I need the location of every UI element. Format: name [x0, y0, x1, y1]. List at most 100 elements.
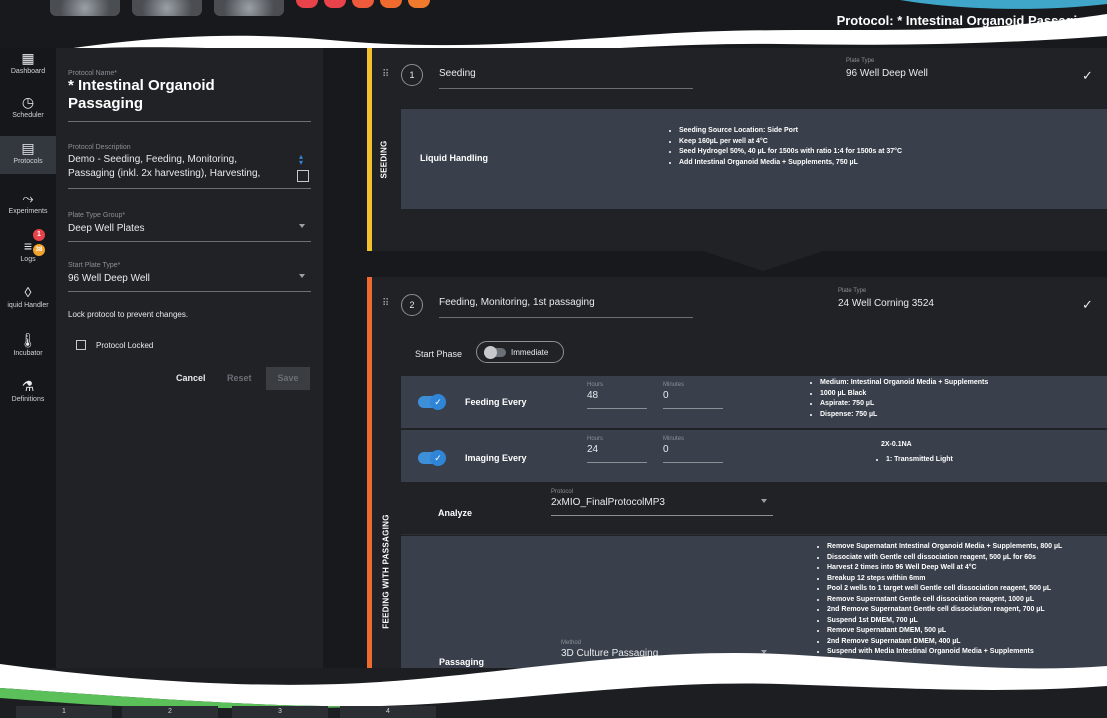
step-name[interactable]: Seeding	[439, 68, 693, 89]
sidebar-item-protocols[interactable]: ▤ Protocols	[0, 136, 56, 174]
feeding-toggle[interactable]: ✓	[418, 394, 446, 410]
sidebar-item-dashboard[interactable]: ▦ Dashboard	[0, 50, 56, 84]
plate-type-group-select[interactable]: Plate Type Group* Deep Well Plates	[68, 212, 311, 242]
sidebar-item-label: Protocols	[13, 158, 43, 165]
protocol-description-field[interactable]: Protocol Description Demo - Seeding, Fee…	[68, 144, 311, 189]
sidebar-item-label: Dashboard	[10, 68, 46, 75]
feeding-every-card[interactable]: ✓ Feeding Every Hours 48 Minutes 0 Mediu…	[401, 376, 1107, 428]
step-item: Suspend 1st DMEM, 700 µL	[827, 616, 1107, 627]
checkbox-icon[interactable]	[76, 340, 86, 350]
step-name[interactable]: Feeding, Monitoring, 1st passaging	[439, 297, 693, 318]
field-label: Protocol Name*	[68, 70, 118, 77]
start-plate-type-select[interactable]: Start Plate Type* 96 Well Deep Well	[68, 262, 311, 292]
scroll-stepper-icon[interactable]: ▴ ▾	[299, 153, 303, 167]
logs-badge-orange: 38	[33, 244, 45, 256]
toggle-label: Immediate	[511, 348, 549, 357]
phase-seeding: ⠿ 1 Seeding Plate Type 96 Well Deep Well…	[367, 48, 1107, 251]
check-icon: ✓	[1082, 297, 1093, 312]
droplet-icon: ◊	[24, 284, 32, 300]
sidebar-item-label: iquid Handler	[7, 302, 49, 309]
toggle-switch[interactable]	[484, 346, 506, 359]
analyze-protocol-select[interactable]: Protocol 2xMIO_FinalProtocolMP3	[551, 489, 773, 516]
resize-handle-icon[interactable]	[297, 170, 309, 182]
check-icon: ✓	[1082, 68, 1093, 83]
bottom-tab[interactable]: 1	[16, 706, 112, 718]
save-button[interactable]: Save	[266, 367, 310, 390]
chevron-down-icon	[299, 274, 305, 278]
analyze-row: Analyze Protocol 2xMIO_FinalProtocolMP3	[401, 484, 1107, 535]
sidebar: ▦ Dashboard ◷ Scheduler ▤ Protocols ⤳ Ex…	[0, 48, 56, 668]
protocol-name-line: * Intestinal Organoid	[68, 77, 215, 94]
checkbox-label: Protocol Locked	[96, 340, 154, 350]
step-item: Remove Supernatant Gentle cell dissociat…	[827, 595, 1107, 606]
bottom-tab[interactable]: 2	[122, 706, 218, 718]
step-item: Keep 160µL per well at 4°C	[679, 137, 969, 148]
field-label: Start Plate Type*	[68, 262, 121, 269]
step-number: 2	[401, 294, 423, 316]
document-icon: ▤	[21, 140, 35, 156]
imaging-every-card[interactable]: ✓ Imaging Every Hours 24 Minutes 0 2X-0.…	[401, 430, 1107, 482]
chevron-down-icon	[299, 224, 305, 228]
plate-type-label: Plate Type	[838, 288, 867, 294]
sidebar-item-label: Logs	[20, 256, 36, 263]
reset-button[interactable]: Reset	[227, 373, 252, 383]
start-phase-toggle[interactable]: Immediate	[476, 341, 564, 363]
lock-hint: Lock protocol to prevent changes.	[68, 310, 189, 319]
sidebar-item-logs[interactable]: ≡ Logs	[0, 238, 56, 272]
select-value: 2xMIO_FinalProtocolMP3	[551, 495, 773, 516]
feeding-hours-input[interactable]: Hours 48	[587, 382, 647, 409]
drag-handle-icon[interactable]: ⠿	[382, 298, 389, 309]
check-icon: ✓	[430, 394, 446, 410]
bottom-tab[interactable]: 3	[232, 706, 328, 718]
sidebar-item-incubator[interactable]: 🌡︎ Incubator	[0, 332, 56, 366]
step-item: Remove Supernatant Intestinal Organoid M…	[827, 542, 1107, 553]
drag-handle-icon[interactable]: ⠿	[382, 69, 389, 80]
clock-icon: ◷	[21, 94, 35, 110]
thermometer-icon: 🌡︎	[19, 332, 37, 348]
experiments-icon: ⤳	[22, 190, 34, 206]
logs-badge-red: 1	[33, 229, 45, 241]
step-item: 2nd Remove Supernatant Gentle cell disso…	[827, 605, 1107, 616]
sidebar-item-label: Experiments	[8, 208, 48, 215]
imaging-channels: 1: Transmitted Light	[876, 455, 1076, 466]
list-icon: ≡	[23, 238, 33, 254]
sidebar-item-liquid-handler[interactable]: ◊ iquid Handler	[0, 284, 56, 318]
step-item: Remove Supernatant DMEM, 500 µL	[827, 626, 1107, 637]
sidebar-item-label: Incubator	[13, 350, 43, 357]
description-line: Demo - Seeding, Feeding, Monitoring,	[68, 154, 237, 165]
protocol-name-field[interactable]: Protocol Name* * Intestinal Organoid Pas…	[68, 70, 311, 122]
liquid-handling-card[interactable]: Liquid Handling Seeding Source Location:…	[401, 109, 1107, 209]
phase-connector	[703, 251, 823, 271]
imaging-minutes-input[interactable]: Minutes 0	[663, 436, 723, 463]
phase-vertical-label: SEEDING	[379, 140, 389, 179]
sidebar-item-scheduler[interactable]: ◷ Scheduler	[0, 94, 56, 128]
card-title: Liquid Handling	[420, 153, 488, 163]
input-value: 0	[663, 388, 723, 409]
step-item: Pool 2 wells to 1 target well Gentle cel…	[827, 584, 1107, 595]
protocol-phases-area: ⠿ 1 Seeding Plate Type 96 Well Deep Well…	[323, 48, 1107, 676]
cancel-button[interactable]: Cancel	[176, 373, 206, 383]
input-value: 24	[587, 442, 647, 463]
detail-item: Medium: Intestinal Organoid Media + Supp…	[820, 378, 1100, 389]
field-label: Protocol Description	[68, 144, 131, 151]
phase-color-bar	[367, 48, 372, 251]
feeding-minutes-input[interactable]: Minutes 0	[663, 382, 723, 409]
select-value: Deep Well Plates	[68, 223, 145, 234]
imaging-toggle[interactable]: ✓	[418, 450, 446, 466]
card-title: Analyze	[438, 508, 473, 518]
plate-type-value: 24 Well Corning 3524	[838, 298, 934, 309]
step-item: Dissociate with Gentle cell dissociation…	[827, 553, 1107, 564]
card-title: Imaging Every	[465, 453, 527, 463]
sidebar-item-experiments[interactable]: ⤳ Experiments	[0, 190, 56, 224]
protocol-form-panel: Protocol Name* * Intestinal Organoid Pas…	[56, 48, 323, 668]
step-item: Harvest 2 times into 96 Well Deep Well a…	[827, 563, 1107, 574]
app-root: Protocol: * Intestinal Organoid Passagin…	[0, 0, 1107, 718]
liquid-handling-steps: Seeding Source Location: Side Port Keep …	[669, 126, 969, 168]
protocol-locked-checkbox[interactable]: Protocol Locked	[76, 340, 153, 350]
bottom-tab[interactable]: 4	[340, 706, 436, 718]
plate-type-label: Plate Type	[846, 58, 875, 64]
detail-item: Dispense: 750 µL	[820, 410, 1100, 421]
step-item: Breakup 12 steps within 6mm	[827, 574, 1107, 585]
sidebar-item-definitions[interactable]: ⚗︎ Definitions	[0, 378, 56, 412]
imaging-hours-input[interactable]: Hours 24	[587, 436, 647, 463]
